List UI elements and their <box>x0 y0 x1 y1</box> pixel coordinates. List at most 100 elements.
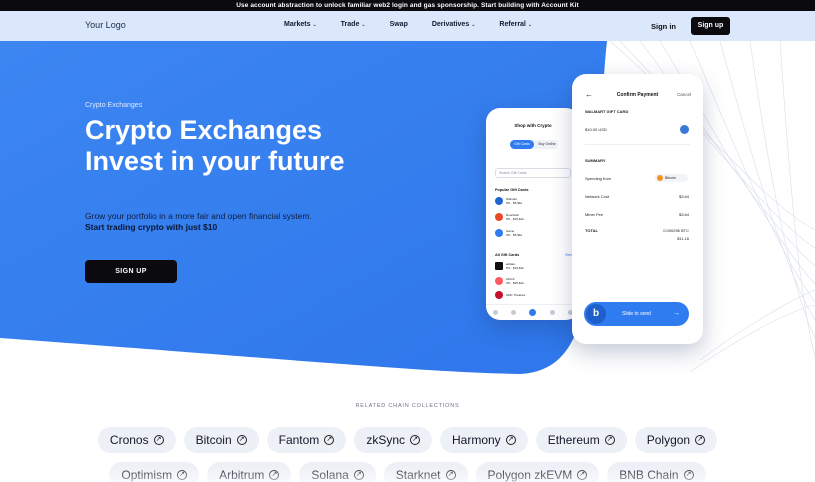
chain-chip-optimism[interactable]: Optimism ↗ <box>109 462 200 482</box>
chevron-down-icon: ⌄ <box>312 22 317 28</box>
external-link-icon: ↗ <box>695 435 706 445</box>
external-link-icon: ↗ <box>604 435 615 445</box>
chain-chip-bitcoin[interactable]: Bitcoin ↗ <box>183 427 259 453</box>
menu-referral[interactable]: Referral ⌄ <box>499 21 532 28</box>
top-nav: Your Logo Markets ⌄ Trade ⌄ Swap Derivativ… <box>0 11 815 41</box>
total-usd: $11.16 <box>677 236 689 241</box>
card-label: WALMART GIFT CARD <box>585 109 629 114</box>
game-icon <box>495 229 503 237</box>
external-link-icon: ↗ <box>410 435 420 445</box>
chain-chip-starknet[interactable]: Starknet ↗ <box>383 462 468 482</box>
chain-chip-polygon[interactable]: Polygon ↗ <box>634 427 718 453</box>
external-link-icon: ↗ <box>445 470 456 480</box>
brand-logo[interactable]: Your Logo <box>85 20 126 30</box>
gift-card-meta: 4% · $25-$1k <box>506 281 524 285</box>
external-link-icon: ↗ <box>236 435 247 445</box>
gift-card-name: AMC Theatres <box>506 293 526 297</box>
gift-card-meta: 5% · $5-$1k <box>506 201 523 205</box>
chevron-down-icon: ⌄ <box>361 22 366 28</box>
hero-eyebrow: Crypto Exchanges <box>85 102 143 109</box>
gift-card-meta: 4% · $5-$1k <box>506 233 523 237</box>
currency-icon <box>680 125 689 134</box>
walmart-icon <box>495 197 503 205</box>
chain-chip-zksync[interactable]: zkSync ↗ <box>354 427 432 453</box>
chevron-down-icon: ⌄ <box>527 22 533 28</box>
chain-chip-ethereum[interactable]: Ethereum ↗ <box>535 427 627 453</box>
external-link-icon: ↗ <box>505 435 516 445</box>
tab-gift-cards[interactable]: Gift Cards <box>510 140 534 149</box>
airbnb-icon <box>495 277 503 285</box>
total-label: TOTAL <box>585 228 598 233</box>
external-link-icon: ↗ <box>577 470 588 480</box>
spending-value: Bitcoin <box>665 176 676 180</box>
gift-card-meta: 5% · $15-$1k <box>506 266 524 270</box>
bitcoin-icon[interactable] <box>529 309 537 316</box>
chain-chip-polygon-zkevm[interactable]: Polygon zkEVM ↗ <box>475 462 600 482</box>
list-item[interactable]: adidas 5% · $15-$1k <box>495 261 524 271</box>
home-icon[interactable] <box>492 310 498 315</box>
gift-card-meta: 5% · $15-$1k <box>506 217 524 221</box>
announcement-bar[interactable]: Use account abstraction to unlock famili… <box>0 0 815 11</box>
amount-value: $10.00 USD <box>585 127 607 132</box>
external-link-icon: ↗ <box>683 470 694 480</box>
external-link-icon: ↗ <box>177 470 188 480</box>
bitcoin-icon <box>657 175 663 181</box>
chain-chips-row-2: Optimism ↗ Arbitrum ↗ Solana ↗ Starknet ↗ Po… <box>0 462 815 482</box>
hero-subtitle-bold: Start trading crypto with just $10 <box>85 222 218 232</box>
cancel-link[interactable]: Cancel <box>677 92 691 97</box>
list-item[interactable]: Airbnb 4% · $25-$1k <box>495 276 524 286</box>
amc-icon <box>495 291 503 299</box>
signin-link[interactable]: Sign in <box>651 22 676 31</box>
menu-derivatives[interactable]: Derivatives ⌄ <box>432 21 476 28</box>
phone-all-title: All Gift Cards <box>495 253 520 257</box>
menu-swap[interactable]: Swap <box>390 21 408 28</box>
chain-chips-row-1: Cronos ↗ Bitcoin ↗ Fantom ↗ zkSync ↗ Harmony… <box>0 427 815 453</box>
list-item[interactable]: Walmart 5% · $5-$1k <box>495 196 522 206</box>
chain-chip-harmony[interactable]: Harmony ↗ <box>440 427 528 453</box>
arrow-right-icon: → <box>673 310 680 317</box>
phone-tab-bar <box>486 304 580 320</box>
chain-chip-solana[interactable]: Solana ↗ <box>299 462 376 482</box>
external-link-icon: ↗ <box>353 470 364 480</box>
chain-chip-arbitrum[interactable]: Arbitrum ↗ <box>207 462 292 482</box>
list-item[interactable]: Doordash 5% · $15-$1k <box>495 212 524 222</box>
total-btc: 0.000296 BTC <box>663 228 689 233</box>
doordash-icon <box>495 213 503 221</box>
chevron-down-icon: ⌄ <box>471 22 476 28</box>
card-icon[interactable] <box>511 310 517 315</box>
phone-mockup-shop: Shop with Crypto Gift Cards Buy Online S… <box>486 108 580 320</box>
chain-chip-bnb-chain[interactable]: BNB Chain ↗ <box>607 462 706 482</box>
list-item[interactable]: Game 4% · $5-$1k <box>495 228 522 238</box>
hero-headline: Crypto Exchanges Invest in your future <box>85 115 345 176</box>
main-menu: Markets ⌄ Trade ⌄ Swap Derivatives ⌄ Referr… <box>284 21 556 28</box>
external-link-icon: ↗ <box>324 435 335 445</box>
divider <box>585 144 690 145</box>
spending-label: Spending from <box>585 176 612 181</box>
network-label: Network Cost <box>585 194 610 199</box>
menu-markets[interactable]: Markets ⌄ <box>284 21 317 28</box>
phone-tab-switch: Gift Cards Buy Online <box>510 140 558 149</box>
menu-trade[interactable]: Trade ⌄ <box>341 21 366 28</box>
miner-value: $3.64 <box>678 212 689 217</box>
external-link-icon: ↗ <box>153 435 164 445</box>
tab-buy-online[interactable]: Buy Online <box>536 140 558 149</box>
summary-title: SUMMARY <box>585 158 606 163</box>
wallet-icon[interactable] <box>549 310 555 315</box>
hero-subtitle: Grow your portfolio in a more fair and o… <box>85 211 312 221</box>
chain-chip-cronos[interactable]: Cronos ↗ <box>97 427 176 453</box>
hero-signup-button[interactable]: SIGN UP <box>85 260 177 283</box>
related-title: RELATED CHAIN COLLECTIONS <box>355 403 460 409</box>
external-link-icon: ↗ <box>269 470 280 480</box>
list-item[interactable]: AMC Theatres <box>495 290 525 300</box>
adidas-icon <box>495 262 503 270</box>
phone-mockup-payment: ← Confirm Payment Cancel WALMART GIFT CA… <box>572 74 703 344</box>
network-value: $3.64 <box>678 194 689 199</box>
miner-label: Miner Fee <box>585 212 604 217</box>
phone-search-input[interactable]: Search Gift Cards <box>495 168 571 178</box>
signup-button[interactable]: Sign up <box>691 17 730 35</box>
phone-shop-title: Shop with Crypto <box>514 123 552 128</box>
chain-chip-fantom[interactable]: Fantom ↗ <box>266 427 347 453</box>
phone-popular-title: Popular Gift Cards <box>495 188 529 192</box>
slide-to-send[interactable]: b Slide to send → <box>584 302 689 326</box>
spending-select[interactable]: Bitcoin <box>655 174 688 182</box>
